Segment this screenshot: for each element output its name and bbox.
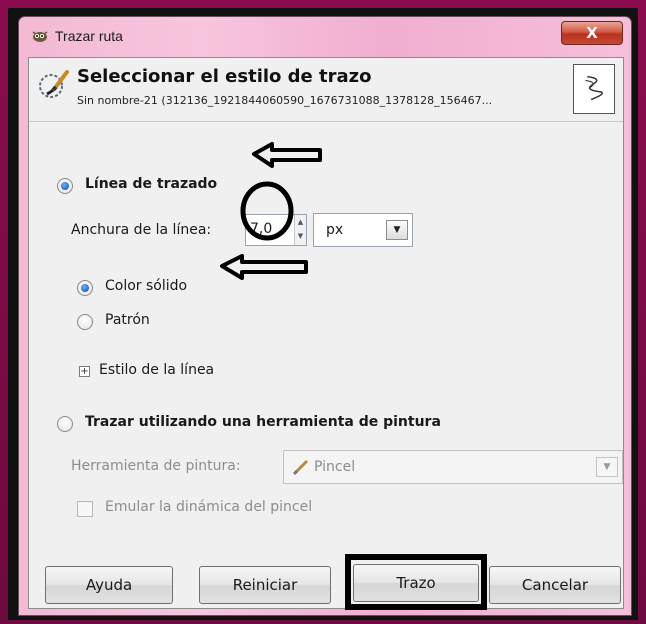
line-style-expander-label[interactable]: Estilo de la línea: [99, 362, 214, 378]
image-name-subtitle: Sin nombre-21 (312136_1921844060590_1676…: [77, 94, 493, 107]
dialog-client: Seleccionar el estilo de trazo Sin nombr…: [28, 57, 624, 610]
unit-select[interactable]: px ▼: [313, 213, 413, 247]
emulate-dynamics-checkbox[interactable]: [77, 501, 93, 517]
line-width-value[interactable]: 7,0: [250, 221, 272, 237]
chevron-down-icon[interactable]: ▼: [596, 457, 618, 477]
chevron-down-icon[interactable]: ▼: [386, 220, 408, 240]
emulate-dynamics-label[interactable]: Emular la dinámica del pincel: [105, 499, 312, 515]
paint-tool-radio[interactable]: [57, 416, 73, 432]
stroke-button[interactable]: Trazo: [353, 564, 479, 602]
paint-tool-value: Pincel: [314, 459, 356, 475]
paintbrush-stroke-icon: [39, 70, 69, 98]
reset-button[interactable]: Reiniciar: [199, 566, 331, 604]
path-preview-icon: [573, 64, 615, 114]
solid-color-label[interactable]: Color sólido: [105, 278, 187, 294]
help-button[interactable]: Ayuda: [45, 566, 173, 604]
solid-color-radio[interactable]: [77, 280, 93, 296]
gimp-wilber-icon: [32, 31, 48, 42]
expand-plus-icon[interactable]: +: [79, 366, 90, 377]
paint-tool-label[interactable]: Trazar utilizando una herramienta de pin…: [85, 414, 441, 430]
pattern-label[interactable]: Patrón: [105, 312, 150, 328]
spinner-arrows-icon[interactable]: ▲ ▼: [294, 215, 306, 245]
window-title: Trazar ruta: [55, 28, 123, 44]
paint-tool-select[interactable]: Pincel ▼: [283, 450, 623, 484]
dialog-heading: Seleccionar el estilo de trazo: [77, 66, 372, 87]
paintbrush-icon: [292, 459, 309, 476]
close-button[interactable]: X: [561, 21, 623, 45]
dialog-header: Seleccionar el estilo de trazo Sin nombr…: [29, 58, 623, 122]
cancel-button[interactable]: Cancelar: [489, 566, 621, 604]
unit-value: px: [326, 222, 344, 238]
stroke-line-label[interactable]: Línea de trazado: [85, 176, 217, 192]
line-width-spinner[interactable]: 7,0 ▲ ▼: [245, 214, 307, 246]
paint-tool-select-label: Herramienta de pintura:: [71, 458, 241, 474]
line-width-label: Anchura de la línea:: [71, 222, 212, 238]
title-bar[interactable]: Trazar ruta X: [19, 17, 631, 57]
dialog-window: Trazar ruta X Seleccionar el estilo de t…: [18, 16, 632, 616]
pattern-radio[interactable]: [77, 314, 93, 330]
stroke-line-radio[interactable]: [57, 178, 73, 194]
